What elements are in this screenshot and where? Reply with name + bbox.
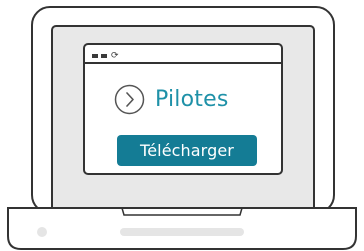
drivers-label: Pilotes (155, 86, 229, 112)
window-control-icon[interactable] (92, 53, 98, 58)
power-light-icon (37, 227, 47, 237)
download-button[interactable]: Télécharger (117, 135, 257, 166)
chevron-right-icon (114, 84, 145, 115)
browser-toolbar-divider (84, 62, 282, 64)
reload-icon[interactable]: ⟳ (111, 51, 119, 60)
browser-content: ⟳ Pilotes Télécharger (84, 44, 282, 174)
window-control-icon[interactable] (101, 53, 107, 58)
browser-window-controls: ⟳ (92, 51, 119, 60)
touchpad-slot (120, 228, 244, 236)
drivers-link[interactable]: Pilotes (114, 84, 229, 115)
